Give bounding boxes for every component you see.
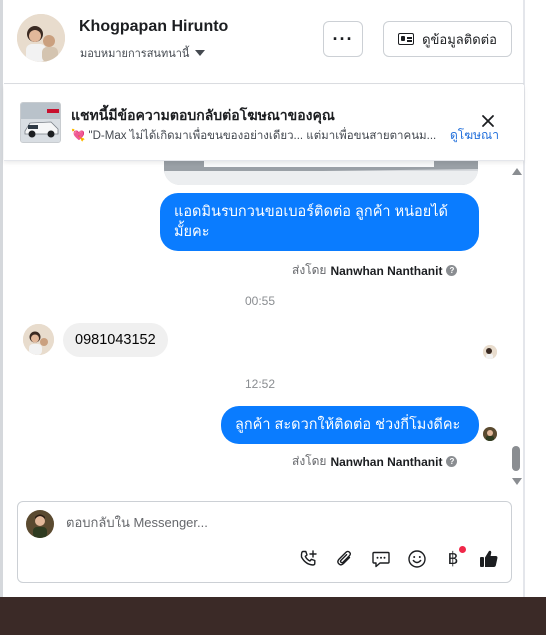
conversation-header: Khogpapan Hirunto มอบหมายการสนทนานี้ ···… (4, 0, 524, 84)
call-add-icon[interactable] (298, 548, 320, 570)
message-timestamp: 00:55 (244, 294, 276, 308)
notification-dot (459, 546, 466, 553)
contact-name: Khogpapan Hirunto (79, 18, 229, 35)
outgoing-message-bubble[interactable]: แอดมินรบกวนขอเบอร์ติดต่อ ลูกค้า หน่อยได้… (160, 193, 479, 251)
image-message[interactable] (164, 161, 478, 185)
ad-banner-title: แชทนี้มีข้อความตอบกลับต่อโฆษณาของคุณ (71, 107, 335, 123)
heart-icon: 💘 (71, 130, 86, 142)
sent-by-label: ส่งโดย Nanwhan Nanthanit ? (292, 261, 458, 280)
view-contact-info-button[interactable]: ดูข้อมูลติดต่อ (383, 21, 512, 57)
os-taskbar (0, 597, 546, 635)
window-edge-left (0, 0, 3, 600)
caret-down-icon (195, 50, 206, 56)
contact-avatar-small (23, 324, 54, 355)
ad-reply-banner: แชทนี้มีข้อความตอบกลับต่อโฆษณาของคุณ 💘 "… (4, 85, 524, 161)
contact-avatar[interactable] (17, 14, 65, 62)
reply-composer: ฿ (17, 501, 512, 583)
ad-thumbnail[interactable] (20, 102, 61, 143)
message-scrollbar[interactable] (509, 166, 523, 488)
sent-by-prefix: ส่งโดย (292, 454, 327, 468)
sent-by-label: ส่งโดย Nanwhan Nanthanit ? (292, 452, 458, 471)
incoming-message-bubble[interactable]: 0981043152 (63, 323, 168, 357)
read-receipt-avatar (483, 345, 497, 359)
contact-card-icon (398, 33, 415, 45)
help-icon[interactable]: ? (446, 265, 458, 276)
more-options-label: ··· (332, 28, 354, 49)
help-icon[interactable]: ? (446, 456, 458, 467)
message-timestamp: 12:52 (244, 377, 276, 391)
attachment-icon[interactable] (334, 548, 356, 570)
page-avatar (26, 510, 54, 538)
scrollbar-thumb[interactable] (512, 446, 520, 471)
sent-by-prefix: ส่งโดย (292, 263, 327, 277)
thumbs-up-icon[interactable] (478, 548, 500, 570)
more-options-button[interactable]: ··· (323, 21, 363, 57)
outgoing-message-bubble[interactable]: ลูกค้า สะดวกให้ติดต่อ ช่วงกี่โมงดีคะ (221, 406, 479, 444)
ad-preview-text: 💘 "D-Max ไม่ได้เกิดมาเพื่อขนของอย่างเดีย… (71, 127, 443, 145)
emoji-icon[interactable] (406, 548, 428, 570)
reply-input[interactable] (66, 515, 486, 530)
view-contact-info-label: ดูข้อมูลติดต่อ (422, 31, 497, 47)
seen-status-avatar (483, 427, 497, 441)
conversation-panel: Khogpapan Hirunto มอบหมายการสนทนานี้ ···… (4, 0, 524, 597)
baht-payment-icon[interactable]: ฿ (442, 546, 466, 570)
window-edge-right (524, 0, 546, 600)
ad-preview-label: "D-Max ไม่ได้เกิดมาเพื่อขนของอย่างเดียว.… (88, 130, 437, 142)
scroll-up-arrow-icon[interactable] (512, 168, 522, 175)
assign-label: มอบหมายการสนทนานี้ (80, 48, 190, 60)
assign-conversation-dropdown[interactable]: มอบหมายการสนทนานี้ (80, 44, 206, 62)
message-list: แอดมินรบกวนขอเบอร์ติดต่อ ลูกค้า หน่อยได้… (4, 161, 524, 491)
close-icon[interactable] (480, 113, 496, 129)
scroll-down-arrow-icon[interactable] (512, 478, 522, 485)
saved-reply-icon[interactable] (370, 548, 392, 570)
sender-name: Nanwhan Nanthanit (330, 263, 443, 278)
sender-name: Nanwhan Nanthanit (330, 454, 443, 469)
